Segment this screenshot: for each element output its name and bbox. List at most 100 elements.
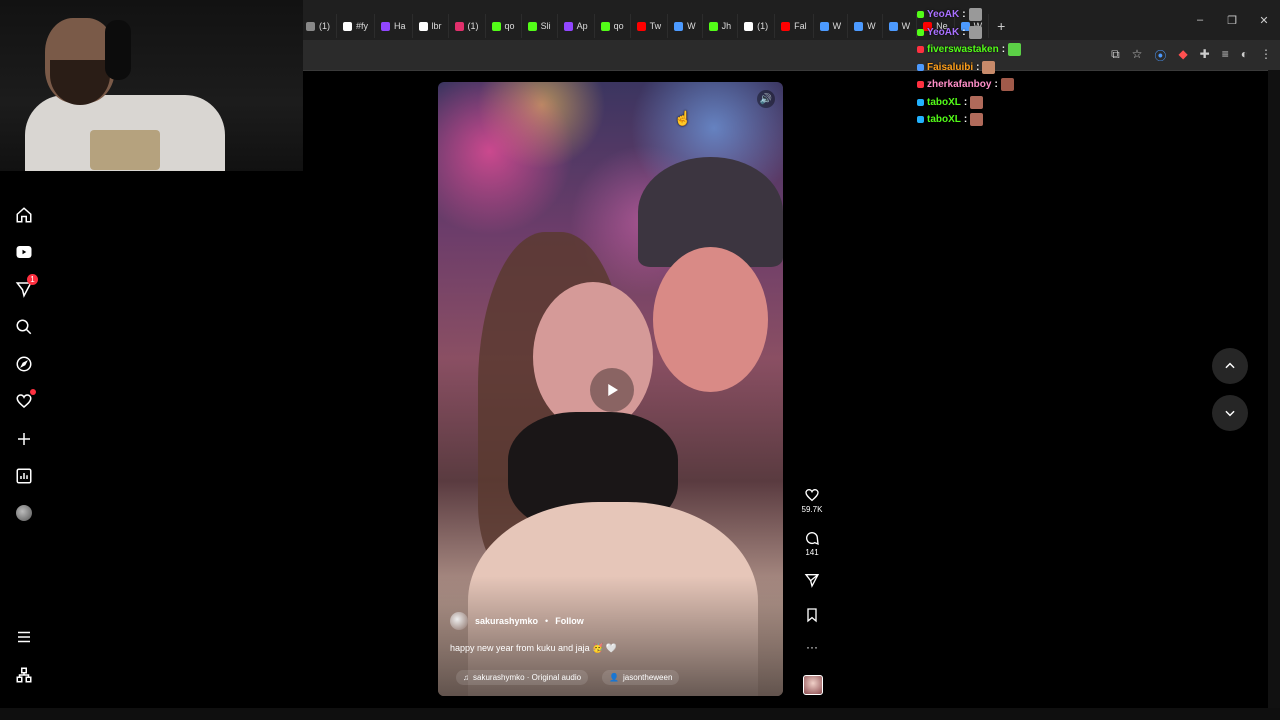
browser-tab[interactable]: Sli <box>522 14 558 38</box>
browser-tab[interactable]: (1) <box>449 14 486 38</box>
next-reel-button[interactable] <box>1212 395 1248 431</box>
tab-label: Ap <box>576 21 588 31</box>
chevron-down-icon <box>1225 410 1235 417</box>
save-button[interactable] <box>800 607 824 625</box>
minimize-button[interactable]: – <box>1184 14 1216 27</box>
extension-icon[interactable]: ⦿ <box>1154 47 1166 64</box>
browser-tab[interactable]: W <box>668 14 703 38</box>
chat-colon: : <box>976 61 980 73</box>
bookmark-star-icon[interactable]: ☆ <box>1132 47 1143 64</box>
play-button[interactable] <box>590 368 634 412</box>
tab-label: qo <box>613 21 624 31</box>
share-button[interactable] <box>800 572 824 590</box>
chat-badge-icon <box>917 11 924 19</box>
search-icon[interactable] <box>14 317 34 337</box>
cast-icon[interactable]: ⧉ <box>1111 47 1120 64</box>
browser-tab[interactable]: qo <box>595 14 631 38</box>
browser-tab[interactable]: Ap <box>558 14 595 38</box>
chat-emote-icon <box>970 113 984 127</box>
like-button[interactable]: 59.7K <box>800 487 824 514</box>
vertical-scrollbar[interactable] <box>1268 70 1280 710</box>
reels-icon[interactable] <box>14 242 34 262</box>
previous-reel-button[interactable] <box>1212 348 1248 384</box>
tab-favicon-icon <box>854 21 864 31</box>
author-username[interactable]: sakurashymko <box>475 616 538 626</box>
browser-tab[interactable]: qo <box>486 14 522 38</box>
puzzle-icon[interactable]: ✚ <box>1200 47 1210 64</box>
browser-tab[interactable]: (1) <box>300 14 337 38</box>
browser-tab[interactable]: lbr <box>413 14 449 38</box>
home-icon[interactable] <box>14 205 34 225</box>
chat-badge-icon <box>917 98 924 106</box>
chat-username: zherkafanboy <box>927 79 992 91</box>
chat-colon: : <box>994 79 998 91</box>
close-window-button[interactable]: ✕ <box>1248 14 1280 27</box>
restore-button[interactable]: ❐ <box>1216 14 1248 27</box>
tab-favicon-icon <box>343 21 352 31</box>
chat-message: zherkafanboy: <box>917 76 1021 94</box>
chat-message: YeoAK: <box>917 24 1021 42</box>
reel-video[interactable]: 🔊 sakurashymko • Follow happy new year f… <box>438 82 783 696</box>
music-note-icon: ♫ <box>463 673 469 682</box>
browser-tab[interactable]: Fal <box>775 14 814 38</box>
profile-avatar[interactable] <box>14 503 34 523</box>
browser-tab[interactable]: W <box>848 14 883 38</box>
like-count: 59.7K <box>801 505 823 514</box>
tab-favicon-icon <box>708 21 718 31</box>
webcam-overlay <box>0 0 303 171</box>
more-options-button[interactable]: ··· <box>800 640 824 654</box>
tab-favicon-icon <box>674 21 684 31</box>
tab-label: (1) <box>467 21 479 31</box>
menu-icon[interactable] <box>14 627 34 647</box>
tab-favicon-icon <box>563 21 573 31</box>
window-controls: – ❐ ✕ <box>1184 14 1280 27</box>
chat-badge-icon <box>917 63 924 71</box>
separator: • <box>545 616 549 626</box>
browser-tab[interactable]: W <box>883 14 918 38</box>
browser-tab[interactable]: Ha <box>375 14 413 38</box>
send-icon <box>804 574 820 588</box>
tab-label: W <box>901 21 911 31</box>
chat-message: taboXL: <box>917 111 1021 129</box>
reel-meta-row: ♫ sakurashymko · Original audio 👤 jasont… <box>456 670 680 685</box>
tagged-user-pill[interactable]: 👤 jasontheween <box>602 670 680 685</box>
chat-emote-icon <box>970 95 984 109</box>
tab-label: qo <box>504 21 515 31</box>
chat-badge-icon <box>917 46 924 54</box>
comment-icon <box>806 532 819 546</box>
chat-username: Faisaluibi <box>927 61 974 73</box>
kebab-menu-icon[interactable]: ⋮ <box>1260 47 1272 64</box>
tab-favicon-icon <box>527 21 537 31</box>
horizontal-scrollbar[interactable] <box>0 708 1280 720</box>
create-icon[interactable] <box>14 429 34 449</box>
profile-icon[interactable]: ◐ <box>1241 47 1248 64</box>
messages-icon[interactable]: 1 <box>14 274 38 299</box>
comment-button[interactable]: 141 <box>800 530 824 557</box>
audio-thumbnail[interactable] <box>803 675 823 695</box>
browser-tab[interactable]: Tw <box>631 14 669 38</box>
browser-tab[interactable]: Jh <box>703 14 739 38</box>
apps-icon[interactable] <box>14 665 34 685</box>
chat-badge-icon <box>917 28 924 36</box>
follow-button[interactable]: Follow <box>555 616 584 626</box>
heart-icon <box>805 488 819 502</box>
browser-tab[interactable]: W <box>814 14 849 38</box>
dashboard-icon[interactable] <box>14 466 34 486</box>
extension-red-icon[interactable]: ◆ <box>1178 47 1187 64</box>
browser-tab[interactable]: (1) <box>738 14 776 38</box>
tab-label: (1) <box>757 21 769 31</box>
notifications-icon[interactable] <box>14 389 36 411</box>
author-avatar[interactable] <box>450 612 468 630</box>
reel-caption: happy new year from kuku and jaja 🥳 🤍 <box>450 643 617 653</box>
chat-username: YeoAK <box>927 9 960 21</box>
tagged-user-label: jasontheween <box>623 673 673 682</box>
audio-pill[interactable]: ♫ sakurashymko · Original audio <box>456 670 589 685</box>
toolbar-icons: ⧉ ☆ ⦿ ◆ ✚ ≡ ◐ ⋮ <box>1111 47 1272 64</box>
media-icon[interactable]: ≡ <box>1222 47 1229 64</box>
speaker-icon[interactable]: 🔊 <box>757 90 775 108</box>
tab-label: W <box>687 21 696 31</box>
explore-icon[interactable] <box>14 354 34 374</box>
chat-colon: : <box>963 114 968 126</box>
browser-tab[interactable]: #fy <box>337 14 376 38</box>
chat-emote-icon <box>982 60 996 74</box>
